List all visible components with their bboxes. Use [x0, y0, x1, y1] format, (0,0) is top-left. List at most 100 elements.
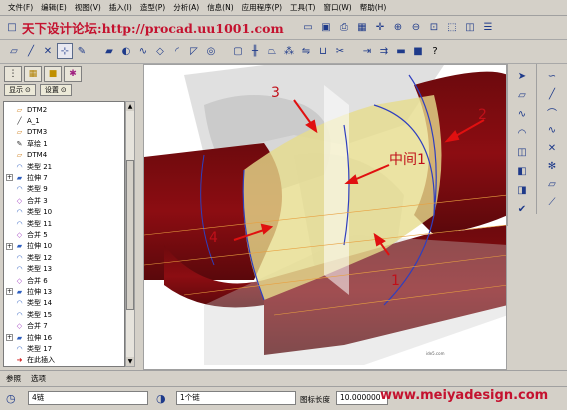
draft-icon[interactable]: ⏢	[264, 43, 280, 59]
menu-item-0[interactable]: 文件(F)	[4, 0, 37, 16]
tab-references[interactable]: 参照	[6, 373, 21, 384]
tree-item[interactable]: ◠ 类型 17	[15, 343, 52, 354]
split-icon[interactable]: ✻	[543, 158, 561, 174]
new-icon[interactable]: □	[4, 19, 20, 35]
tree-item[interactable]: ◠ 类型 14	[15, 298, 52, 309]
tree-item[interactable]: ◠ 类型 12	[15, 252, 52, 263]
tree-item[interactable]: ▱ DTM2	[15, 104, 47, 115]
expand-icon[interactable]: +	[6, 174, 13, 182]
tree-item[interactable]: ◠ 类型 13	[15, 264, 52, 275]
shell-icon[interactable]: ▢	[230, 43, 246, 59]
surface-pos-icon[interactable]: ◫	[513, 144, 531, 160]
tree-item[interactable]: ◠ 类型 10	[15, 207, 52, 218]
menu-item-7[interactable]: 应用程序(P)	[238, 0, 286, 16]
zoom-in-icon[interactable]: ⊕	[390, 19, 406, 35]
tree-item[interactable]: ▱ DTM3	[15, 127, 47, 138]
blend-icon[interactable]: ◇	[152, 43, 168, 59]
curve-icon[interactable]: ∿	[513, 106, 531, 122]
tree-scrollbar[interactable]: ▲ ▼	[125, 101, 135, 367]
tree-item[interactable]: + ▰ 拉伸 16	[6, 332, 52, 343]
trim-icon[interactable]: ⟋	[543, 194, 561, 210]
view-manager-icon[interactable]: ◫	[462, 19, 478, 35]
merge-icon[interactable]: ⊔	[315, 43, 331, 59]
trim-surface-icon[interactable]: ◨	[513, 182, 531, 198]
menu-item-4[interactable]: 造型(P)	[136, 0, 169, 16]
revolve-icon[interactable]: ◐	[118, 43, 134, 59]
scroll-thumb[interactable]	[126, 160, 134, 310]
extend-icon[interactable]: ⇥	[359, 43, 375, 59]
tree-item[interactable]: ◇ 合并 6	[15, 275, 48, 286]
zoom-out-icon[interactable]: ⊖	[408, 19, 424, 35]
curve-4-icon[interactable]: ∿	[543, 122, 561, 138]
tree-item[interactable]: + ▰ 拉伸 10	[6, 241, 52, 252]
graphics-window[interactable]: ide5.com 1 2 3 4 中间1	[143, 64, 507, 370]
expand-icon[interactable]: +	[6, 334, 13, 341]
pattern-icon[interactable]: ⁂	[281, 43, 297, 59]
tree-item[interactable]: + ▰ 拉伸 7	[6, 172, 48, 183]
tree-icon[interactable]: ⋮	[4, 66, 22, 82]
layers-icon[interactable]: ☰	[480, 19, 496, 35]
done-check-icon[interactable]: ✔	[513, 201, 531, 217]
offset-icon[interactable]: ⇉	[376, 43, 392, 59]
style-plane-icon[interactable]: ▱	[513, 87, 531, 103]
scroll-up-icon[interactable]: ▲	[126, 102, 134, 111]
surface-check-icon[interactable]: ◧	[513, 163, 531, 179]
datum-axis-icon[interactable]: ╱	[23, 43, 39, 59]
tree-item[interactable]: ✎ 草绘 1	[15, 138, 48, 149]
tree-item[interactable]: + ▰ 拉伸 13	[6, 286, 52, 297]
sketch-icon[interactable]: ✎	[74, 43, 90, 59]
refit-icon[interactable]: ⊡	[426, 19, 442, 35]
save-icon[interactable]: ▣	[318, 19, 334, 35]
tree-item[interactable]: ◇ 合并 7	[15, 321, 48, 332]
trim-icon[interactable]: ✂	[332, 43, 348, 59]
chain-count-collector[interactable]: 1个链	[176, 391, 296, 405]
palette-icon[interactable]: ✱	[64, 66, 82, 82]
coordinate-system-icon[interactable]: ⊹	[57, 43, 73, 59]
menu-item-2[interactable]: 视图(V)	[71, 0, 105, 16]
chamfer-icon[interactable]: ◸	[186, 43, 202, 59]
tree-item[interactable]: ◇ 合并 3	[15, 195, 48, 206]
repaint-icon[interactable]: ▦	[354, 19, 370, 35]
layers-icon[interactable]: ▦	[24, 66, 42, 82]
curve-1-icon[interactable]: ∽	[543, 68, 561, 84]
show-dropdown[interactable]: 显示 ⊙	[4, 84, 36, 96]
menu-item-6[interactable]: 信息(N)	[203, 0, 237, 16]
tree-item[interactable]: ◠ 类型 15	[15, 309, 52, 320]
open-icon[interactable]: ▭	[300, 19, 316, 35]
datum-plane-icon[interactable]: ▱	[6, 43, 22, 59]
sweep-icon[interactable]: ∿	[135, 43, 151, 59]
curve-3-icon[interactable]: ⌒	[543, 104, 561, 120]
surface-icon[interactable]: ◠	[513, 125, 531, 141]
hole-icon[interactable]: ◎	[203, 43, 219, 59]
spin-center-icon[interactable]: ✛	[372, 19, 388, 35]
menu-item-1[interactable]: 编辑(E)	[37, 0, 71, 16]
menu-item-10[interactable]: 帮助(H)	[356, 0, 391, 16]
menu-item-5[interactable]: 分析(A)	[169, 0, 203, 16]
orient-icon[interactable]: ⬚	[444, 19, 460, 35]
tree-item[interactable]: ◠ 类型 21	[15, 161, 52, 172]
folder-icon[interactable]: ■	[44, 66, 62, 82]
help-icon[interactable]: ?	[427, 43, 443, 59]
settings-dropdown[interactable]: 设置 ⊙	[39, 84, 72, 96]
expand-icon[interactable]: +	[6, 288, 13, 296]
thicken-icon[interactable]: ▬	[393, 43, 409, 59]
tree-item[interactable]: ╱ A_1	[15, 115, 39, 126]
extrude-icon[interactable]: ▰	[101, 43, 117, 59]
rib-icon[interactable]: ╫	[247, 43, 263, 59]
tree-item[interactable]: ◠ 类型 9	[15, 184, 47, 195]
mirror-icon[interactable]: ⇋	[298, 43, 314, 59]
tree-item[interactable]: ➜ 在此插入	[15, 355, 55, 366]
tab-options[interactable]: 选项	[31, 373, 46, 384]
menu-item-9[interactable]: 窗口(W)	[319, 0, 355, 16]
solidify-icon[interactable]: ■	[410, 43, 426, 59]
datum-point-icon[interactable]: ✕	[40, 43, 56, 59]
tree-item[interactable]: ◇ 合并 5	[15, 229, 48, 240]
scroll-down-icon[interactable]: ▼	[126, 357, 134, 366]
round-icon[interactable]: ◜	[169, 43, 185, 59]
menu-item-8[interactable]: 工具(T)	[286, 0, 319, 16]
edit-points-icon[interactable]: ✕	[543, 140, 561, 156]
tree-item[interactable]: ◠ 类型 11	[15, 218, 52, 229]
expand-icon[interactable]: +	[6, 242, 13, 250]
surface-ref-icon[interactable]: ▱	[543, 176, 561, 192]
select-arrow-icon[interactable]: ➤	[513, 68, 531, 84]
